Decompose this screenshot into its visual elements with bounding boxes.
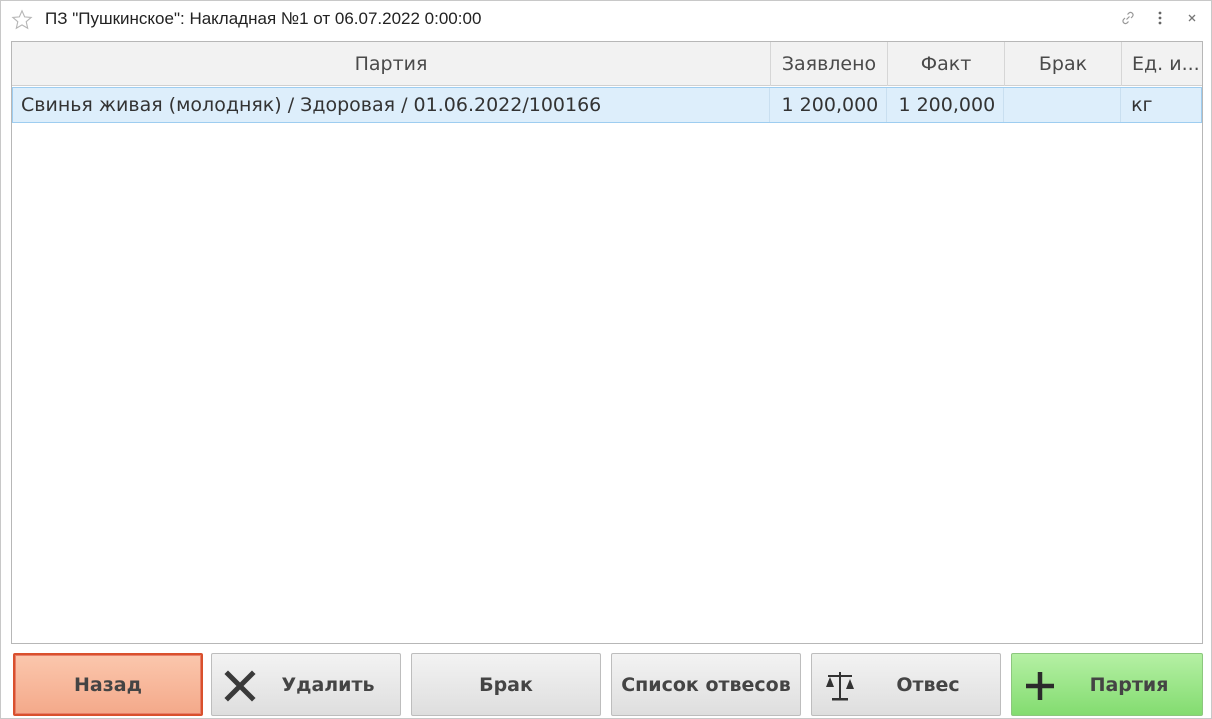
- scales-icon: [822, 668, 858, 704]
- party-table: Партия Заявлено Факт Брак Ед. и... Свинь…: [11, 41, 1203, 644]
- cell-party: Свинья живая (молодняк) / Здоровая / 01.…: [13, 88, 771, 122]
- title-bar-actions: [1119, 9, 1201, 27]
- close-icon[interactable]: [1183, 9, 1201, 27]
- window-title: ПЗ "Пушкинское": Накладная №1 от 06.07.2…: [45, 9, 482, 28]
- plus-icon: [1022, 668, 1058, 704]
- cell-unit: кг: [1131, 94, 1153, 116]
- delete-x-icon: [222, 668, 258, 704]
- document-window: ПЗ "Пушкинское": Накладная №1 от 06.07.2…: [0, 0, 1212, 719]
- defect-button[interactable]: Брак: [411, 653, 601, 716]
- title-bar: ПЗ "Пушкинское": Накладная №1 от 06.07.2…: [1, 1, 1211, 37]
- column-header-fact[interactable]: Факт: [888, 42, 1005, 86]
- back-button-label: Назад: [74, 673, 142, 696]
- cell-fact: 1 200,000: [887, 88, 1005, 122]
- more-icon[interactable]: [1151, 9, 1169, 27]
- table-header: Партия Заявлено Факт Брак Ед. и...: [12, 42, 1202, 86]
- weighing-button[interactable]: Отвес: [811, 653, 1001, 716]
- back-button[interactable]: Назад: [13, 653, 203, 716]
- cell-defect: [1004, 88, 1122, 122]
- delete-button[interactable]: Удалить: [211, 653, 401, 716]
- weighing-list-button[interactable]: Список отвесов: [611, 653, 801, 716]
- link-icon[interactable]: [1119, 9, 1137, 27]
- cell-declared: 1 200,000: [770, 88, 888, 122]
- delete-button-label: Удалить: [281, 673, 375, 696]
- defect-button-label: Брак: [479, 673, 533, 696]
- column-header-unit[interactable]: Ед. и...: [1122, 42, 1202, 86]
- table-row[interactable]: Свинья живая (молодняк) / Здоровая / 01.…: [12, 87, 1202, 123]
- weighing-button-label: Отвес: [896, 673, 960, 696]
- weighing-list-button-label: Список отвесов: [621, 673, 791, 696]
- star-icon[interactable]: [11, 9, 33, 31]
- column-header-defect[interactable]: Брак: [1005, 42, 1122, 86]
- add-party-button-label: Партия: [1089, 673, 1169, 696]
- add-party-button[interactable]: Партия: [1011, 653, 1203, 716]
- column-header-party[interactable]: Партия: [12, 42, 771, 86]
- column-header-declared[interactable]: Заявлено: [771, 42, 888, 86]
